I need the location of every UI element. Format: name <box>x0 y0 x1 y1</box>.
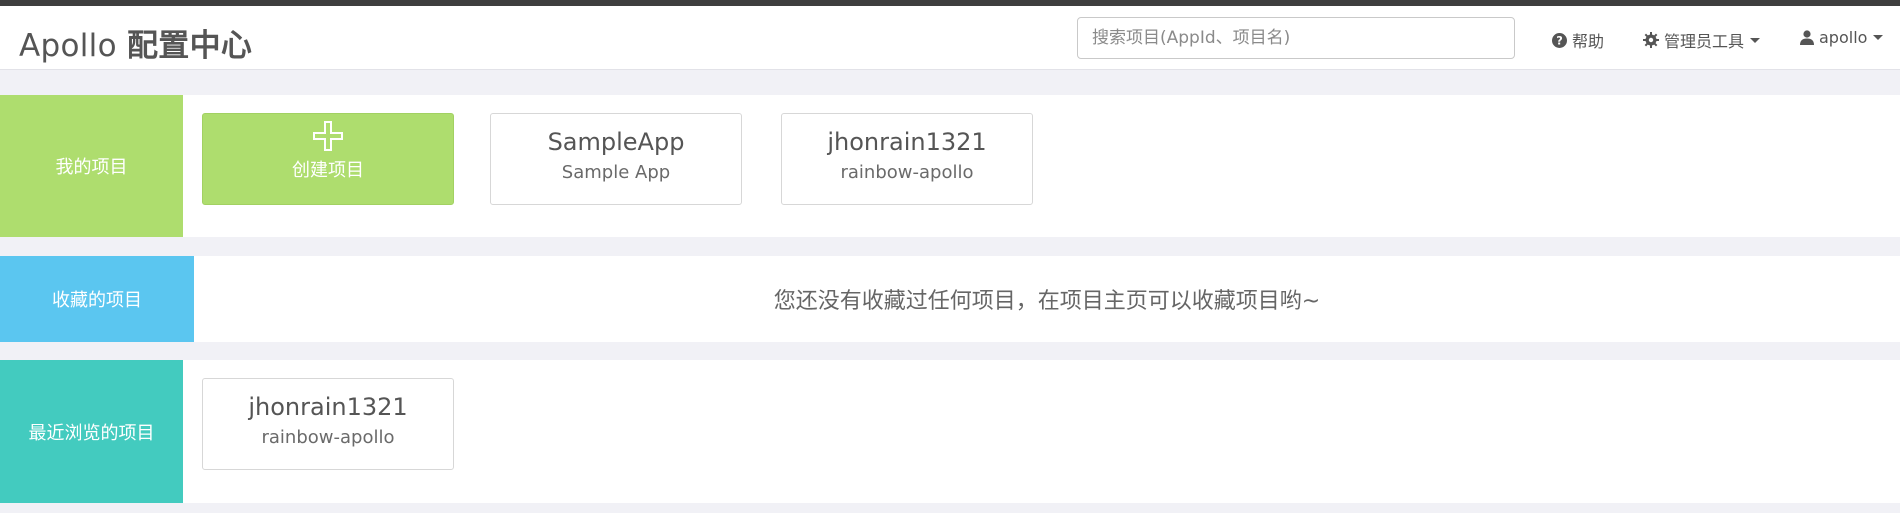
svg-text:?: ? <box>1556 34 1563 47</box>
user-icon <box>1800 30 1814 45</box>
project-card[interactable]: SampleApp Sample App <box>490 113 742 205</box>
section-label-my-projects: 我的项目 <box>0 95 183 237</box>
project-subtitle: Sample App <box>561 162 671 183</box>
project-card[interactable]: jhonrain1321 rainbow-apollo <box>202 378 454 470</box>
my-projects-section: 我的项目 创建项目 SampleApp Sample App jhonrain1… <box>0 95 1900 237</box>
project-card[interactable]: jhonrain1321 rainbow-apollo <box>781 113 1033 205</box>
user-menu[interactable]: apollo <box>1800 28 1884 47</box>
brand-logo[interactable]: Apollo 配置中心 <box>19 20 252 65</box>
favorites-empty-message: 您还没有收藏过任何项目，在项目主页可以收藏项目哟~ <box>773 289 1321 314</box>
favorites-section: 收藏的项目 您还没有收藏过任何项目，在项目主页可以收藏项目哟~ <box>0 256 1900 342</box>
help-label: 帮助 <box>1572 32 1605 51</box>
question-circle-icon: ? <box>1552 32 1567 48</box>
project-title: jhonrain1321 <box>248 393 408 421</box>
project-subtitle: rainbow-apollo <box>261 427 395 448</box>
user-label: apollo <box>1819 28 1868 47</box>
section-label-favorites: 收藏的项目 <box>0 256 194 342</box>
brand-suffix: 配置中心 <box>127 28 253 64</box>
create-project-label: 创建项目 <box>292 160 364 181</box>
section-label-recent: 最近浏览的项目 <box>0 360 183 503</box>
project-subtitle: rainbow-apollo <box>840 162 974 183</box>
brand-prefix: Apollo <box>19 28 117 64</box>
admin-tools-label: 管理员工具 <box>1664 32 1745 51</box>
navbar: Apollo 配置中心 ? 帮助 管理员工具 apollo <box>0 6 1900 70</box>
project-title: SampleApp <box>547 128 685 156</box>
recent-projects-section: 最近浏览的项目 jhonrain1321 rainbow-apollo <box>0 360 1900 503</box>
gear-icon <box>1643 32 1659 48</box>
create-project-button[interactable]: 创建项目 <box>202 113 454 205</box>
chevron-down-icon <box>1873 35 1884 40</box>
plus-icon <box>313 121 343 151</box>
search-input[interactable] <box>1077 17 1515 59</box>
help-link[interactable]: ? 帮助 <box>1552 28 1604 52</box>
chevron-down-icon <box>1750 37 1761 43</box>
admin-tools-menu[interactable]: 管理员工具 <box>1643 28 1761 52</box>
project-title: jhonrain1321 <box>827 128 987 156</box>
